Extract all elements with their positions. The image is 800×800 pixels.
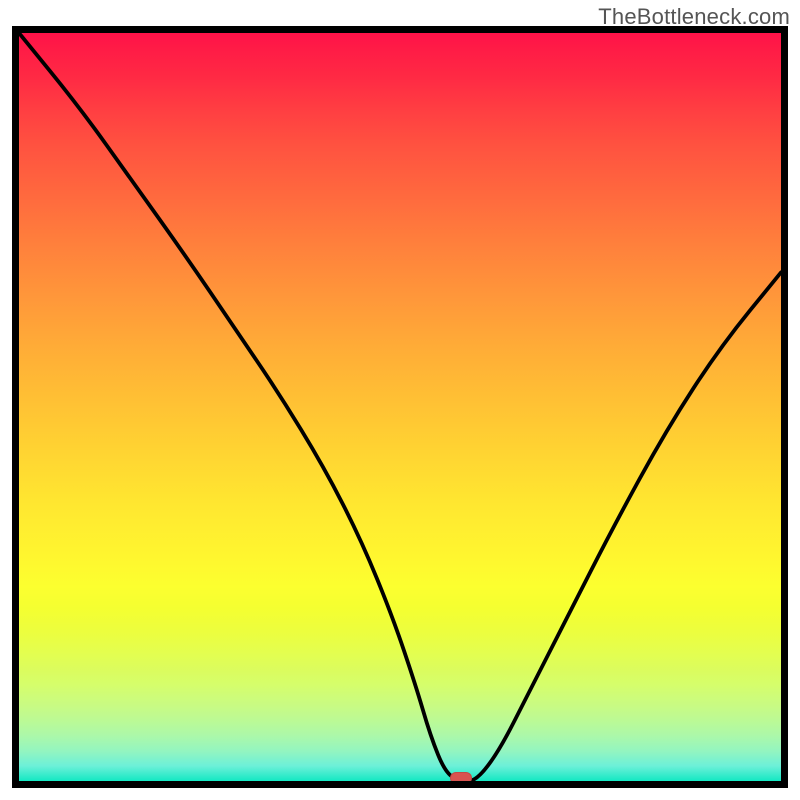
plot-area	[12, 26, 788, 788]
chart-container: TheBottleneck.com	[0, 0, 800, 800]
curve-svg	[19, 33, 781, 781]
bottleneck-marker	[450, 772, 472, 784]
curve-path	[19, 33, 781, 781]
